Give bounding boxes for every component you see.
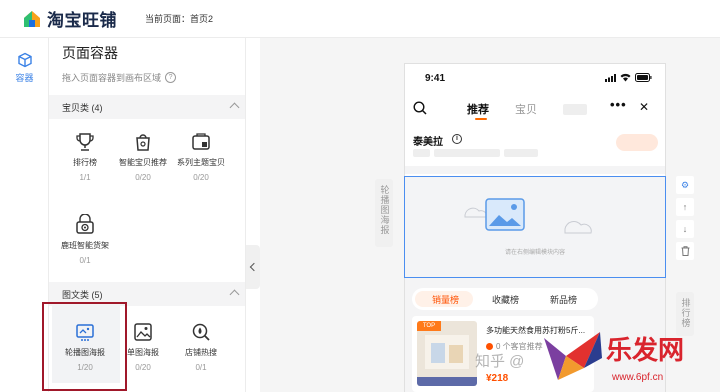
component-name: 智能宝贝推荐: [119, 158, 167, 167]
placeholder-bar: [413, 149, 430, 157]
smart-bag-icon: [132, 131, 154, 153]
signal-icon: [605, 74, 616, 82]
info-icon[interactable]: i: [452, 134, 462, 144]
component-count: 0/20: [193, 173, 209, 182]
arrow-down-icon[interactable]: ↓: [676, 220, 694, 238]
tab-products[interactable]: 宝贝: [515, 101, 537, 117]
component-name: 鹿班智能货架: [61, 241, 109, 250]
product-price: ¥218: [486, 373, 509, 384]
category-products[interactable]: 宝贝类 (4): [49, 95, 245, 119]
trash-icon[interactable]: [676, 242, 694, 260]
tab-new-rank[interactable]: 新品榜: [550, 293, 577, 306]
arrow-up-icon[interactable]: ↑: [676, 198, 694, 216]
category-label: 图文类 (5): [62, 289, 103, 300]
chevron-up-icon: [229, 289, 240, 300]
active-tab-underline: [475, 118, 487, 120]
tab-favorites-rank[interactable]: 收藏榜: [492, 293, 519, 306]
theme-box-icon: [190, 131, 212, 153]
current-page-label: 当前页面：首页2: [145, 14, 214, 24]
canvas-left-tab[interactable]: 轮播图海报: [375, 179, 393, 247]
panel-hint-text: 拖入页面容器到画布区域: [62, 73, 162, 83]
component-count: 0/1: [195, 363, 207, 372]
component-count: 1/1: [79, 173, 91, 182]
follow-button[interactable]: [616, 134, 658, 151]
chevron-up-icon: [229, 102, 240, 113]
image-poster-icon: [132, 321, 154, 343]
app-logo[interactable]: 淘宝旺铺: [22, 6, 117, 31]
placeholder-bar: [504, 149, 538, 157]
hot-search-icon: [190, 321, 212, 343]
image-placeholder-icon: [464, 198, 592, 234]
chevron-left-icon: [249, 262, 259, 272]
product-image: TOP: [417, 321, 477, 386]
close-icon[interactable]: ✕: [639, 100, 649, 114]
canvas-right-tab-label: 排行榜: [680, 298, 691, 328]
status-time: 9:41: [425, 73, 446, 84]
product-band: [417, 377, 477, 386]
house-logo-icon: [22, 9, 42, 29]
trophy-icon: [74, 131, 96, 153]
component-count: 0/20: [135, 173, 151, 182]
url-watermark: www.6pf.cn: [612, 372, 664, 383]
logo-text: 淘宝旺铺: [47, 11, 117, 30]
tab-placeholder: [563, 104, 587, 115]
brand-watermark: 乐发网: [606, 336, 685, 366]
smart-shelf-icon: [74, 213, 96, 236]
carousel-module[interactable]: 请在右侧编辑模块内容: [404, 176, 666, 278]
help-icon[interactable]: ?: [165, 72, 177, 83]
zhihu-watermark: 知乎 @: [475, 353, 525, 370]
placeholder-bar: [434, 149, 500, 157]
rail-item-label: 容器: [15, 73, 34, 83]
recommend-dot-icon: [486, 343, 493, 350]
component-ranking[interactable]: 排行榜 1/1: [55, 131, 115, 182]
component-name: 店铺热搜: [185, 348, 217, 357]
wifi-icon: [620, 73, 631, 82]
top-header: 淘宝旺铺 当前页面：首页2: [0, 0, 720, 38]
component-theme-products[interactable]: 系列主题宝贝 0/20: [171, 131, 231, 182]
component-name: 系列主题宝贝: [177, 158, 225, 167]
ranking-tabs: 销量榜 收藏榜 新品榜: [412, 288, 598, 310]
panel-hint: 拖入页面容器到画布区域 ?: [62, 71, 177, 84]
tab-sales-rank[interactable]: 销量榜: [432, 293, 459, 306]
search-icon[interactable]: [413, 101, 427, 115]
cube-icon: [17, 52, 32, 68]
module-toolbar: ⚙ ↑ ↓: [676, 176, 694, 264]
rail-item-container[interactable]: 容器: [0, 52, 49, 84]
component-smart-shelf[interactable]: 鹿班智能货架 0/1: [55, 213, 115, 265]
component-hot-search[interactable]: 店铺热搜 0/1: [171, 321, 231, 372]
panel-title: 页面容器: [62, 45, 118, 61]
section-separator: [405, 166, 665, 174]
battery-icon: [635, 73, 652, 82]
tab-recommend[interactable]: 推荐: [467, 101, 489, 117]
more-icon[interactable]: •••: [610, 97, 627, 112]
phone-nav: 推荐 宝贝 ••• ✕: [405, 92, 665, 124]
category-label: 宝贝类 (4): [62, 102, 103, 113]
drop-caption: 请在右侧编辑模块内容: [504, 250, 565, 256]
fox-logo-icon: [544, 332, 602, 380]
shop-info: 泰美拉 i: [405, 130, 665, 166]
component-name: 排行榜: [73, 158, 97, 167]
highlight-frame: [42, 302, 127, 391]
component-count: 0/1: [79, 256, 91, 265]
shop-name: 泰美拉: [413, 137, 443, 148]
status-bar: 9:41: [405, 64, 665, 92]
component-smart-recommend[interactable]: 智能宝贝推荐 0/20: [113, 131, 173, 182]
collapse-panel-handle[interactable]: [246, 245, 260, 289]
gear-icon[interactable]: ⚙: [676, 176, 694, 194]
canvas-left-tab-label: 轮播图海报: [379, 185, 390, 235]
